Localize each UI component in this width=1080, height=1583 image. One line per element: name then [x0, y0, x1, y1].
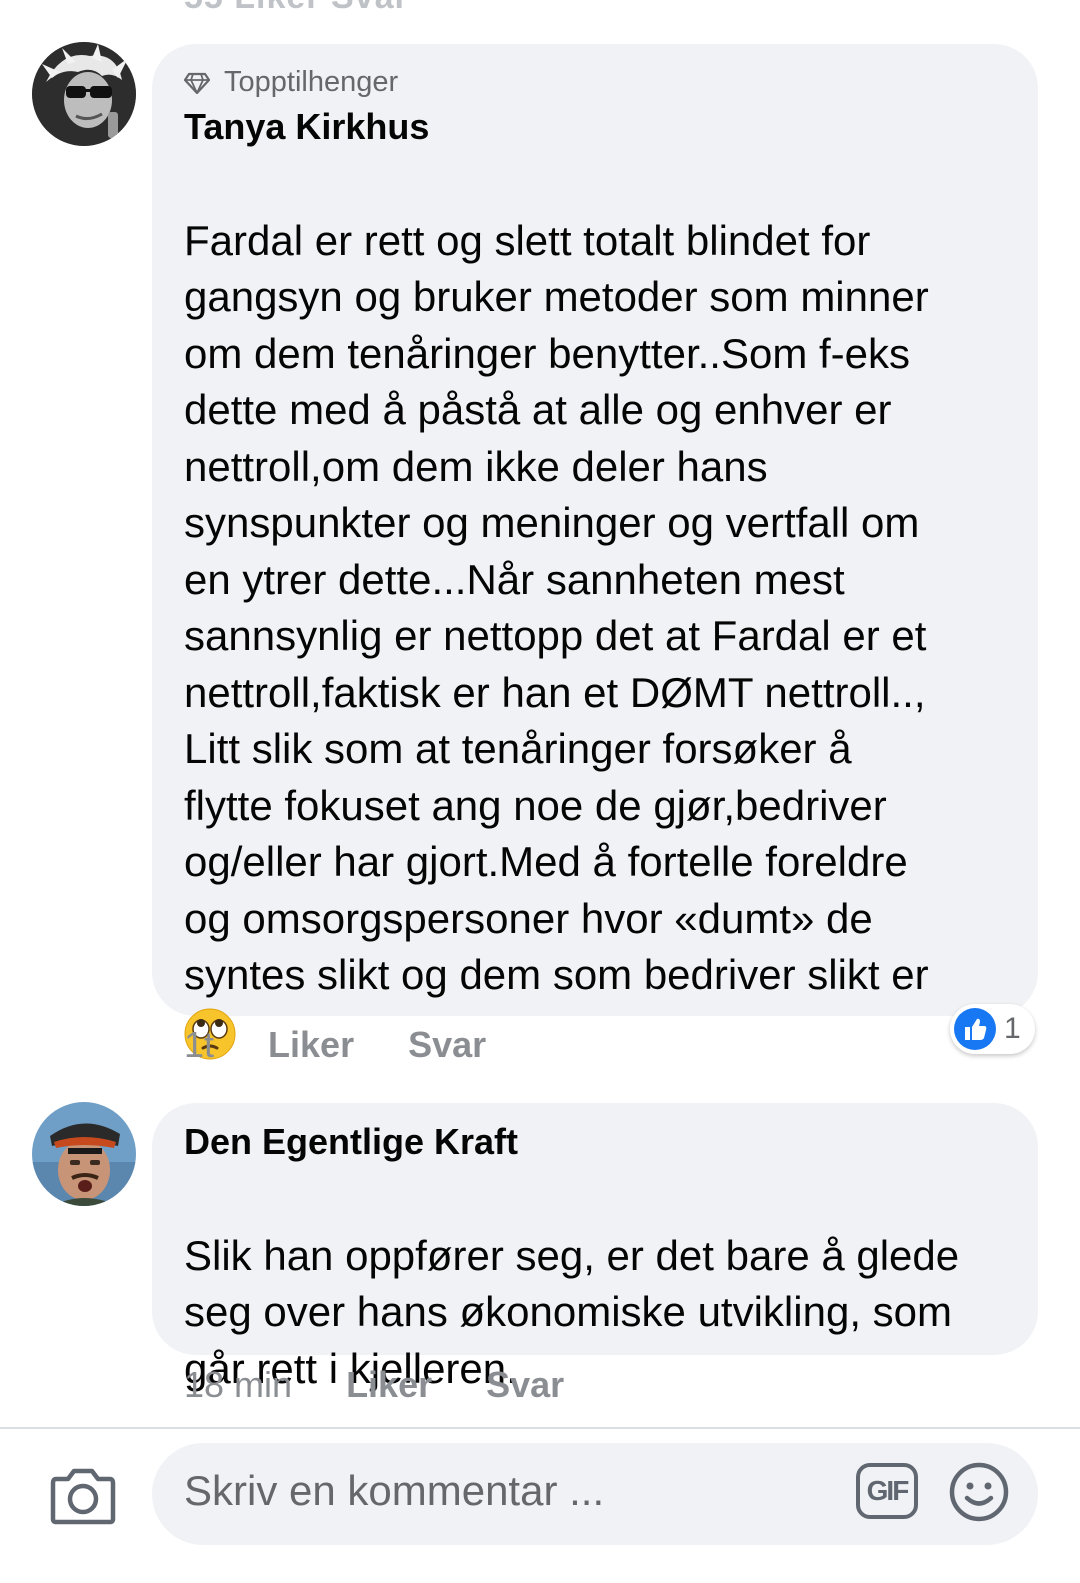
comment-author[interactable]: Tanya Kirkhus [184, 106, 429, 148]
comment-time: 18 min [184, 1364, 293, 1405]
top-fan-badge: Topptilhenger [184, 66, 398, 99]
reply-button[interactable]: Svar [408, 1024, 486, 1066]
reaction-summary[interactable]: 1 [950, 1004, 1035, 1054]
previous-comment-actions: 55 Liker Svar [0, 0, 1080, 14]
comment-input[interactable]: Skriv en kommentar ... GIF [152, 1443, 1038, 1545]
like-button[interactable]: Liker [346, 1364, 432, 1406]
previous-actions-text: 55 Liker Svar [184, 0, 409, 14]
comment-bubble: Topptilhenger Tanya Kirkhus Fardal er re… [152, 44, 1038, 1059]
avatar-den-egentlige-kraft[interactable] [32, 1102, 136, 1206]
smiley-icon[interactable] [948, 1461, 1010, 1523]
diamond-icon [184, 72, 210, 94]
comment-time: 1t [184, 1024, 215, 1065]
gif-button[interactable]: GIF [856, 1463, 918, 1519]
comment-actions: 1t Liker Svar [184, 1024, 540, 1066]
badge-label: Topptilhenger [224, 66, 399, 98]
comment-input-placeholder: Skriv en kommentar ... [184, 1467, 605, 1514]
comment-bubble: Den Egentlige Kraft Slik han oppfører se… [152, 1103, 1038, 1392]
avatar-tanya-kirkhus[interactable] [32, 42, 136, 146]
comment-text: Fardal er rett og slett totalt blindet f… [184, 216, 929, 999]
reply-button[interactable]: Svar [486, 1364, 564, 1406]
comment-author[interactable]: Den Egentlige Kraft [184, 1121, 518, 1163]
camera-icon[interactable] [50, 1463, 116, 1525]
comment-actions: 18 min Liker Svar [184, 1364, 618, 1406]
like-button[interactable]: Liker [268, 1024, 354, 1066]
comment-body: Fardal er rett og slett totalt blindet f… [184, 156, 1014, 1116]
comment-composer: Skriv en kommentar ... GIF [0, 1429, 1080, 1583]
reaction-count: 1 [1004, 1012, 1021, 1045]
thumbs-up-icon [954, 1008, 996, 1050]
